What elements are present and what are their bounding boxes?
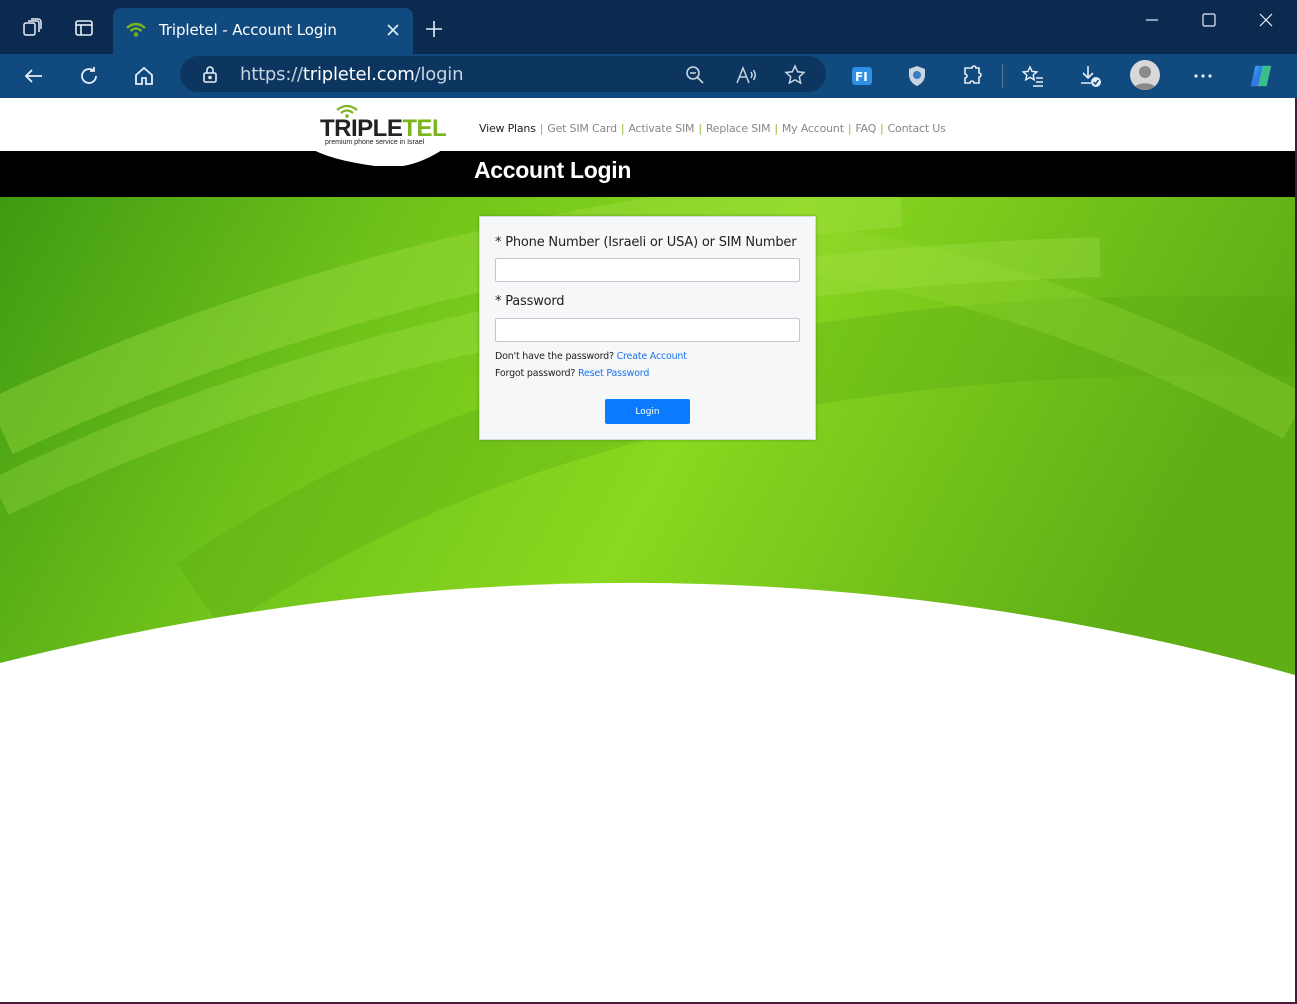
workspaces-icon[interactable]	[18, 14, 46, 42]
close-window-icon[interactable]	[1256, 10, 1276, 30]
nav-get-sim-card[interactable]: Get SIM Card	[547, 122, 617, 135]
login-button[interactable]: Login	[605, 399, 690, 424]
close-tab-icon[interactable]	[385, 22, 401, 38]
shield-icon[interactable]	[903, 62, 931, 90]
extensions-icon[interactable]	[958, 62, 986, 90]
tripletel-logo[interactable]: TRIPLETEL premium phone service in Israe…	[310, 98, 447, 166]
more-menu-icon[interactable]	[1189, 62, 1217, 90]
main-nav: View Plans | Get SIM Card | Activate SIM | Rep…	[479, 122, 946, 135]
nav-activate-sim[interactable]: Activate SIM	[628, 122, 694, 135]
favorites-icon[interactable]	[1019, 62, 1047, 90]
read-aloud-icon[interactable]	[733, 62, 759, 88]
url-text[interactable]: https://tripletel.com/login	[240, 64, 464, 85]
copilot-icon[interactable]	[1247, 62, 1275, 90]
back-icon[interactable]	[20, 62, 48, 90]
new-tab-icon[interactable]	[423, 18, 445, 40]
zoom-out-icon[interactable]	[682, 62, 708, 88]
login-form: * Phone Number (Israeli or USA) or SIM N…	[479, 216, 816, 440]
tab-title: Tripletel - Account Login	[159, 21, 337, 39]
minimize-icon[interactable]	[1142, 10, 1162, 30]
wifi-favicon-icon	[126, 22, 146, 37]
downloads-icon[interactable]	[1076, 62, 1104, 90]
toolbar-divider	[1002, 64, 1003, 88]
password-input[interactable]	[495, 318, 800, 342]
nav-view-plans[interactable]: View Plans	[479, 122, 536, 135]
maximize-icon[interactable]	[1199, 10, 1219, 30]
nav-contact-us[interactable]: Contact Us	[888, 122, 946, 135]
browser-titlebar: Tripletel - Account Login	[0, 0, 1297, 54]
logo-tagline: premium phone service in Israel	[325, 139, 425, 146]
refresh-icon[interactable]	[75, 62, 103, 90]
page-title: Account Login	[474, 157, 632, 183]
fi-extension-icon[interactable]: FI	[848, 62, 876, 90]
create-account-help: Don't have the password? Create Account	[495, 351, 687, 362]
reset-password-help: Forgot password? Reset Password	[495, 368, 649, 379]
tab-actions-icon[interactable]	[70, 14, 98, 42]
site-header: View Plans | Get SIM Card | Activate SIM | Rep…	[0, 98, 1295, 151]
lock-icon[interactable]	[200, 64, 220, 84]
nav-my-account[interactable]: My Account	[782, 122, 844, 135]
title-band	[0, 151, 1295, 197]
no-password-text: Don't have the password?	[495, 351, 614, 362]
active-tab[interactable]: Tripletel - Account Login	[113, 8, 413, 54]
nav-replace-sim[interactable]: Replace SIM	[706, 122, 771, 135]
favorite-star-icon[interactable]	[782, 62, 808, 88]
web-page: View Plans | Get SIM Card | Activate SIM | Rep…	[0, 98, 1295, 1002]
forgot-password-text: Forgot password?	[495, 368, 576, 379]
phone-label: * Phone Number (Israeli or USA) or SIM N…	[495, 235, 797, 250]
phone-input[interactable]	[495, 258, 800, 282]
password-label: * Password	[495, 294, 565, 309]
svg-text:FI: FI	[855, 70, 868, 84]
address-bar[interactable]: https://tripletel.com/login	[180, 56, 826, 92]
home-icon[interactable]	[130, 62, 158, 90]
nav-faq[interactable]: FAQ	[855, 122, 876, 135]
reset-password-link[interactable]: Reset Password	[578, 368, 649, 379]
profile-avatar[interactable]	[1130, 60, 1160, 90]
create-account-link[interactable]: Create Account	[617, 351, 687, 362]
browser-toolbar: https://tripletel.com/login FI	[0, 54, 1297, 98]
